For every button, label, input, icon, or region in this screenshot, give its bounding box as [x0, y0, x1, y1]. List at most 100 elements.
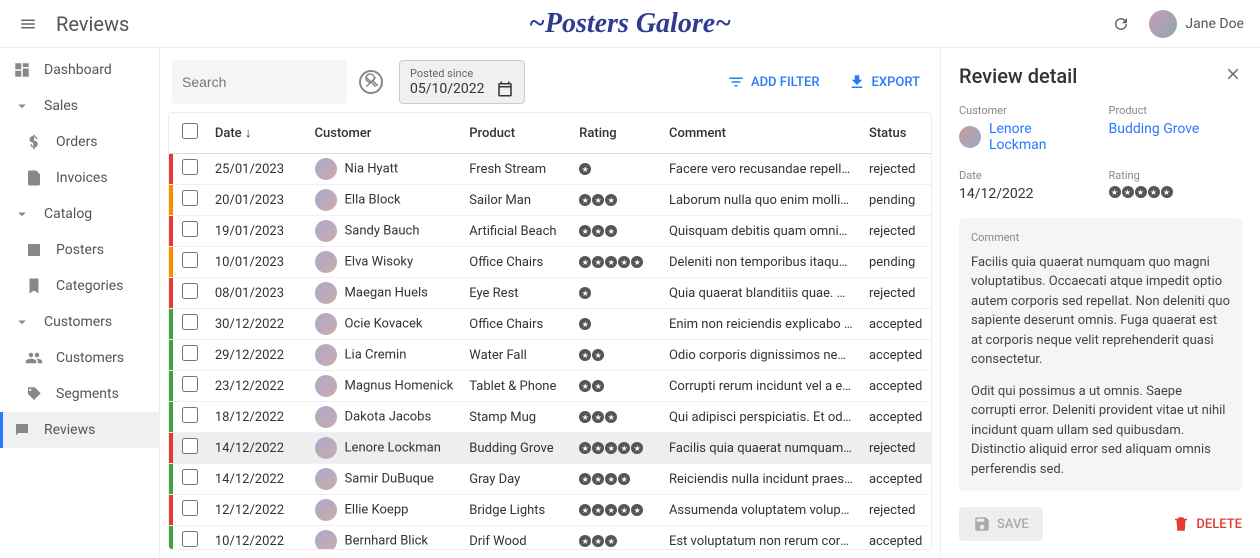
column-header-customer[interactable]: Customer: [307, 113, 462, 154]
table-row[interactable]: 23/12/2022Magnus HomenickTablet & Phone★…: [169, 371, 931, 402]
row-date: 10/01/2023: [207, 247, 307, 278]
table-row[interactable]: 18/12/2022Dakota JacobsStamp Mug★★★Qui a…: [169, 402, 931, 433]
table-row[interactable]: 25/01/2023Nia HyattFresh Stream★Facere v…: [169, 154, 931, 185]
star-icon: ★: [579, 256, 591, 268]
table-row[interactable]: 20/01/2023Ella BlockSailor Man★★★Laborum…: [169, 185, 931, 216]
row-comment: Qui adipisci perspiciatis. Et odit lib…: [661, 402, 861, 433]
sidebar-item-customers[interactable]: Customers: [0, 340, 159, 376]
sidebar-item-orders[interactable]: Orders: [0, 124, 159, 160]
row-comment: Reiciendis nulla incidunt praesenti…: [661, 464, 861, 495]
star-icon: ★: [579, 442, 591, 454]
row-checkbox[interactable]: [182, 407, 198, 423]
sidebar-item-reviews[interactable]: Reviews: [0, 412, 159, 448]
trash-icon: [1172, 515, 1190, 533]
row-checkbox[interactable]: [182, 159, 198, 175]
table-row[interactable]: 10/12/2022Bernhard BlickDrif Wood★★★Est …: [169, 526, 931, 551]
sidebar-item-sales[interactable]: Sales: [0, 88, 159, 124]
export-button[interactable]: EXPORT: [840, 67, 928, 97]
column-header-status[interactable]: Status: [861, 113, 931, 154]
table-row[interactable]: 19/01/2023Sandy BauchArtificial Beach★★★…: [169, 216, 931, 247]
star-icon: ★: [631, 504, 643, 516]
detail-title: Review detail: [959, 64, 1077, 88]
row-checkbox[interactable]: [182, 252, 198, 268]
row-product: Artificial Beach: [461, 216, 571, 247]
search-box: [172, 60, 347, 104]
star-icon: ★: [605, 535, 617, 547]
detail-customer-link[interactable]: Lenore Lockman: [959, 121, 1093, 153]
sidebar-item-catalog[interactable]: Catalog: [0, 196, 159, 232]
row-checkbox[interactable]: [182, 283, 198, 299]
row-checkbox[interactable]: [182, 314, 198, 330]
row-checkbox[interactable]: [182, 345, 198, 361]
sidebar-item-categories[interactable]: Categories: [0, 268, 159, 304]
sidebar-item-customers[interactable]: Customers: [0, 304, 159, 340]
row-checkbox[interactable]: [182, 469, 198, 485]
sidebar-item-invoices[interactable]: Invoices: [0, 160, 159, 196]
table-row[interactable]: 29/12/2022Lia CreminWater Fall★★Odio cor…: [169, 340, 931, 371]
dollar-icon: [24, 132, 44, 152]
row-checkbox[interactable]: [182, 376, 198, 392]
table-row[interactable]: 30/12/2022Ocie KovacekOffice Chairs★Enim…: [169, 309, 931, 340]
reviews-table-wrap[interactable]: Date ↓CustomerProductRatingCommentStatus…: [168, 112, 932, 550]
customer-avatar: [315, 375, 337, 397]
sidebar-item-segments[interactable]: Segments: [0, 376, 159, 412]
table-row[interactable]: 12/12/2022Ellie KoeppBridge Lights★★★★★A…: [169, 495, 931, 526]
delete-button[interactable]: DELETE: [1172, 507, 1242, 541]
row-product: Fresh Stream: [461, 154, 571, 185]
star-icon: ★: [605, 442, 617, 454]
row-customer: Ellie Koepp: [307, 495, 462, 526]
star-icon: ★: [1148, 186, 1160, 198]
star-icon: ★: [592, 504, 604, 516]
row-checkbox[interactable]: [182, 438, 198, 454]
select-all-checkbox[interactable]: [182, 123, 198, 139]
row-checkbox-cell: [173, 185, 207, 216]
column-header-comment[interactable]: Comment: [661, 113, 861, 154]
search-input[interactable]: [182, 74, 363, 90]
menu-button[interactable]: [16, 12, 40, 36]
star-icon: ★: [592, 473, 604, 485]
select-all-header[interactable]: [173, 113, 207, 154]
row-checkbox[interactable]: [182, 190, 198, 206]
sidebar-item-label: Categories: [56, 278, 123, 294]
row-comment: Facere vero recusandae repellend…: [661, 154, 861, 185]
save-icon: [973, 515, 991, 533]
sidebar-item-dashboard[interactable]: Dashboard: [0, 52, 159, 88]
add-filter-button[interactable]: ADD FILTER: [719, 67, 828, 97]
user-menu[interactable]: Jane Doe: [1149, 10, 1244, 38]
delete-label: DELETE: [1196, 517, 1242, 532]
customer-avatar: [315, 437, 337, 459]
row-comment: Odio corporis dignissimos neque q…: [661, 340, 861, 371]
download-icon: [848, 73, 866, 91]
sidebar-item-posters[interactable]: Posters: [0, 232, 159, 268]
row-customer: Maegan Huels: [307, 278, 462, 309]
column-header-product[interactable]: Product: [461, 113, 571, 154]
customer-avatar: [315, 530, 337, 550]
detail-customer-avatar: [959, 126, 981, 148]
close-detail-button[interactable]: [1224, 64, 1242, 88]
add-filter-label: ADD FILTER: [751, 75, 820, 90]
star-icon: ★: [605, 473, 617, 485]
table-row[interactable]: 08/01/2023Maegan HuelsEye Rest★Quia quae…: [169, 278, 931, 309]
column-header-date[interactable]: Date ↓: [207, 113, 307, 154]
detail-product-link[interactable]: Budding Grove: [1109, 121, 1243, 137]
table-row[interactable]: 10/01/2023Elva WisokyOffice Chairs★★★★★D…: [169, 247, 931, 278]
star-icon: ★: [605, 225, 617, 237]
row-comment: Deleniti non temporibus itaque. Re…: [661, 247, 861, 278]
table-row[interactable]: 14/12/2022Lenore LockmanBudding Grove★★★…: [169, 433, 931, 464]
row-product: Water Fall: [461, 340, 571, 371]
row-date: 12/12/2022: [207, 495, 307, 526]
star-icon: ★: [579, 318, 591, 330]
row-comment: Facilis quia quaerat numquam quo…: [661, 433, 861, 464]
table-row[interactable]: 14/12/2022Samir DuBuqueGray Day★★★★Reici…: [169, 464, 931, 495]
row-status: rejected: [861, 495, 931, 526]
row-checkbox[interactable]: [182, 221, 198, 237]
row-product: Bridge Lights: [461, 495, 571, 526]
refresh-button[interactable]: [1109, 12, 1133, 36]
row-checkbox[interactable]: [182, 531, 198, 547]
column-header-rating[interactable]: Rating: [571, 113, 661, 154]
posted-since-filter[interactable]: Posted since 05/10/2022: [399, 60, 525, 104]
rating-stars: ★★★: [579, 411, 653, 423]
row-checkbox[interactable]: [182, 500, 198, 516]
sidebar: DashboardSalesOrdersInvoicesCatalogPoste…: [0, 48, 160, 558]
sidebar-item-label: Customers: [56, 350, 124, 366]
